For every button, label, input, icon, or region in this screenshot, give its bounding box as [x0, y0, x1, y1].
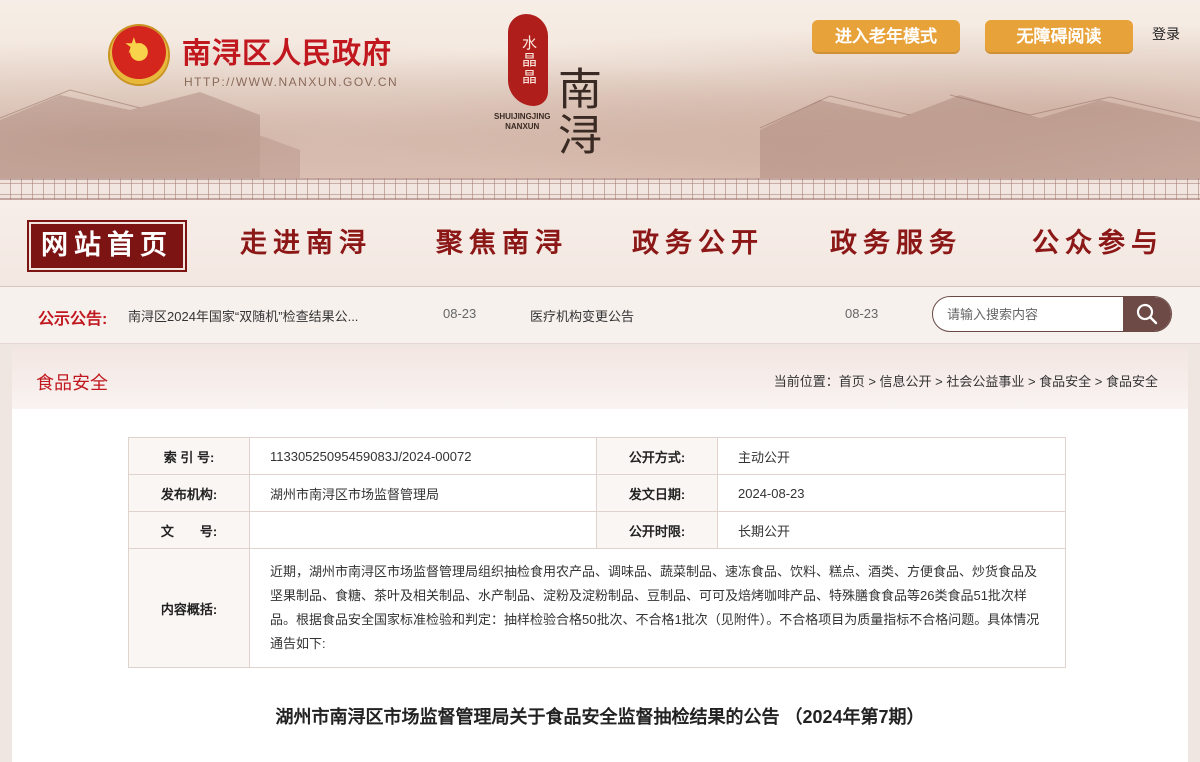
- nav-focus-nanxun[interactable]: 聚焦南浔: [432, 220, 572, 268]
- notice-label: 公示公告:: [38, 311, 108, 328]
- brand-calligraphy: 南浔: [550, 66, 601, 158]
- content-header: 食品安全 当前位置：首页 > 信息公开 > 社会公益事业 > 食品安全 > 食品…: [12, 347, 1188, 409]
- nav-government-affairs[interactable]: 政务公开: [628, 220, 768, 268]
- search-icon: [1136, 303, 1158, 325]
- decorative-border: [0, 178, 1200, 200]
- index-value: 11330525095459083J/2024-00072: [249, 437, 597, 475]
- summary-value: 近期，湖州市南浔区市场监督管理局组织抽检食用农产品、调味品、蔬菜制品、速冻食品、…: [249, 548, 1066, 668]
- date-value: 2024-08-23: [717, 474, 1066, 512]
- login-link[interactable]: 登录: [1152, 24, 1180, 44]
- notice-item-title[interactable]: 南浔区2024年国家“双随机”检查结果公...: [128, 306, 383, 325]
- search-box: [932, 296, 1172, 332]
- open-mode-label: 公开方式:: [596, 437, 718, 475]
- brand-seal: 水晶晶: [508, 14, 548, 106]
- table-row: 索 引 号: 11330525095459083J/2024-00072 公开方…: [128, 437, 1066, 475]
- accessible-reading-button[interactable]: 无障碍阅读: [985, 20, 1133, 54]
- nav-government-services[interactable]: 政务服务: [826, 220, 966, 268]
- open-mode-value: 主动公开: [717, 437, 1066, 475]
- article-title: 湖州市南浔区市场监督管理局关于食品安全监督抽检结果的公告 （2024年第7期）: [275, 707, 925, 727]
- main-nav: 网站首页 走进南浔 聚焦南浔 政务公开 政务服务 公众参与: [0, 200, 1200, 287]
- nav-public-participation[interactable]: 公众参与: [1028, 220, 1168, 268]
- doc-number-label: 文 号:: [128, 511, 250, 549]
- table-row: 文 号: 公开时限: 长期公开: [128, 511, 1066, 549]
- notice-item-date: 08-23: [443, 306, 477, 321]
- notice-item-date: 08-23: [845, 306, 879, 321]
- table-row: 发布机构: 湖州市南浔区市场监督管理局 发文日期: 2024-08-23: [128, 474, 1066, 512]
- summary-label: 内容概括:: [128, 548, 250, 668]
- date-label: 发文日期:: [596, 474, 718, 512]
- search-input[interactable]: [933, 297, 1149, 331]
- nav-home[interactable]: 网站首页: [27, 220, 187, 272]
- national-emblem-icon: ★: [110, 26, 168, 84]
- open-term-label: 公开时限:: [596, 511, 718, 549]
- section-title: 食品安全: [36, 373, 108, 393]
- index-label: 索 引 号:: [128, 437, 250, 475]
- brand-english-line-2: NANXUN: [505, 122, 540, 131]
- site-header: ★ 南浔区人民政府 HTTP://WWW.NANXUN.GOV.CN 水晶晶 南…: [0, 0, 1200, 182]
- publisher-label: 发布机构:: [128, 474, 250, 512]
- elderly-mode-button[interactable]: 进入老年模式: [812, 20, 960, 54]
- doc-number-value: [249, 511, 597, 549]
- site-url: HTTP://WWW.NANXUN.GOV.CN: [184, 75, 399, 89]
- table-row: 内容概括: 近期，湖州市南浔区市场监督管理局组织抽检食用农产品、调味品、蔬菜制品…: [128, 548, 1066, 668]
- content-panel: 食品安全 当前位置：首页 > 信息公开 > 社会公益事业 > 食品安全 > 食品…: [12, 347, 1188, 762]
- search-button[interactable]: [1123, 297, 1171, 331]
- notice-bar: 公示公告: 南浔区2024年国家“双随机”检查结果公... 08-23 医疗机构…: [0, 287, 1200, 344]
- document-meta-table: 索 引 号: 11330525095459083J/2024-00072 公开方…: [128, 437, 1066, 668]
- brand-english-line-1: SHUIJINGJING: [494, 112, 551, 121]
- publisher-value: 湖州市南浔区市场监督管理局: [249, 474, 597, 512]
- brand-english: SHUIJINGJING NANXUN: [494, 112, 550, 132]
- site-name[interactable]: 南浔区人民政府: [182, 30, 392, 72]
- open-term-value: 长期公开: [717, 511, 1066, 549]
- notice-item-title[interactable]: 医疗机构变更公告: [530, 306, 830, 325]
- nav-about-nanxun[interactable]: 走进南浔: [236, 220, 376, 268]
- breadcrumb[interactable]: 当前位置：首页 > 信息公开 > 社会公益事业 > 食品安全 > 食品安全: [774, 371, 1158, 390]
